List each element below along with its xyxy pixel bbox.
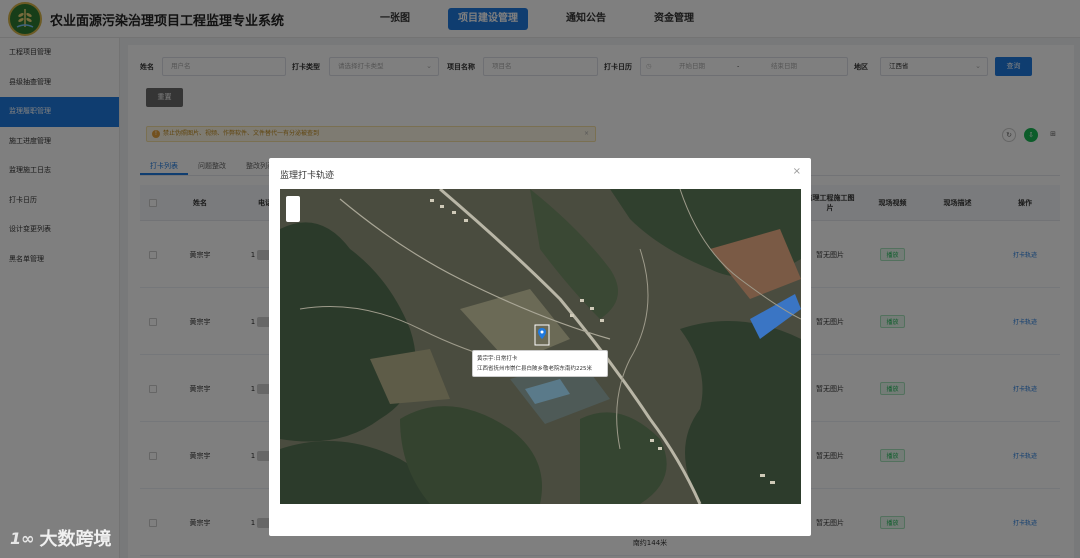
checkin-track-modal: 监理打卡轨迹 × 黄宗宇:日常打卡 江西省抚州市崇仁县白陂乡敬老院东南约225米 [269,158,811,536]
satellite-map[interactable]: 黄宗宇:日常打卡 江西省抚州市崇仁县白陂乡敬老院东南约225米 [280,189,801,504]
location-pin-icon[interactable] [534,324,550,346]
watermark: 1∞ 大数跨境 [10,525,111,551]
checkin-info-popup: 黄宗宇:日常打卡 江西省抚州市崇仁县白陂乡敬老院东南约225米 [472,350,608,377]
satellite-imagery [280,189,801,504]
popup-address: 江西省抚州市崇仁县白陂乡敬老院东南约225米 [477,366,592,372]
close-icon[interactable]: × [793,166,801,177]
watermark-text: 大数跨境 [39,529,112,550]
map-zoom-control[interactable] [286,196,300,222]
modal-title: 监理打卡轨迹 [280,171,335,181]
popup-user-checkin: 黄宗宇:日常打卡 [477,356,518,362]
watermark-logo-icon: 1∞ [10,528,35,548]
